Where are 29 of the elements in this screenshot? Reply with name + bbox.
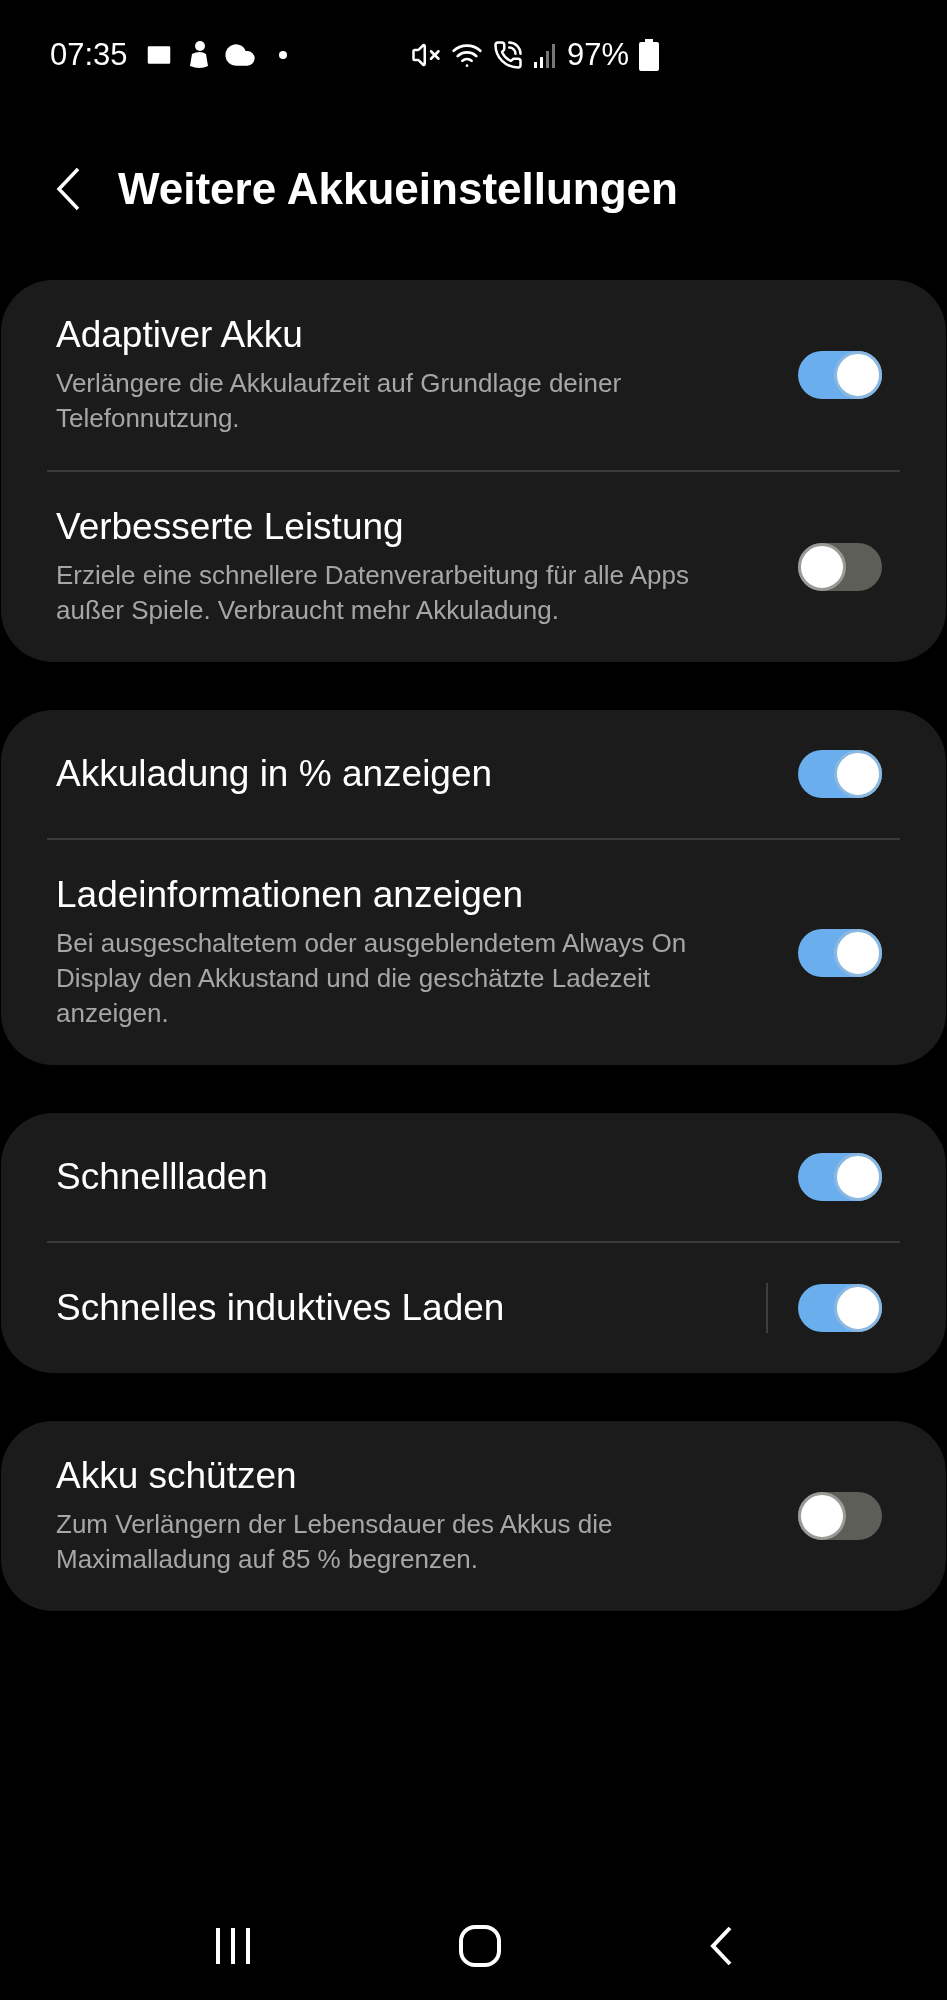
page-title: Weitere Akkueinstellungen [118,163,678,215]
toggle-switch[interactable] [798,1492,882,1540]
toggle-switch[interactable] [798,1153,882,1201]
toggle-switch[interactable] [798,351,882,399]
toggle-switch[interactable] [798,750,882,798]
setting-title: Akku schützen [56,1455,298,1497]
setting-description: Erziele eine schnellere Datenverarbeitung für alle Apps außer Spiele. Verbraucht mehr Akkuladung. [56,559,691,627]
home-icon[interactable] [459,1925,502,1967]
toggle-switch[interactable] [798,543,882,591]
setting-title: Schnelles induktives Laden [56,1287,506,1329]
setting-title: Akkuladung in % anzeigen [56,753,494,795]
dot-icon [277,50,288,60]
toggle-switch[interactable] [798,1284,882,1332]
setting-title: Ladeinformationen anzeigen [56,874,524,916]
setting-description: Zum Verlängern der Lebensdauer des Akkus die Maximalladung auf 85 % begrenzen. [56,1508,614,1576]
setting-title: Verbesserte Leistung [56,506,405,548]
back-icon[interactable] [709,1926,734,1966]
battery-icon [639,39,659,71]
signal-icon [532,41,557,69]
setting-title: Schnellladen [56,1156,269,1198]
toggle-switch[interactable] [798,928,882,977]
battery-percent: 97% [566,35,629,74]
back-icon[interactable] [56,167,80,211]
setting-description: Bei ausgeschaltetem oder ausgeblendetem Always On Display den Akkustand und die geschätzte Ladezeit anzeigen. [56,927,688,1030]
status-time: 07:35 [50,35,128,74]
setting-title: Adaptiver Akku [56,314,304,356]
wifi-call-icon [492,40,523,70]
recents-icon[interactable] [213,1928,252,1964]
setting-description: Verlängere die Akkulaufzeit auf Grundlage deiner Telefonnutzung. [56,367,623,435]
